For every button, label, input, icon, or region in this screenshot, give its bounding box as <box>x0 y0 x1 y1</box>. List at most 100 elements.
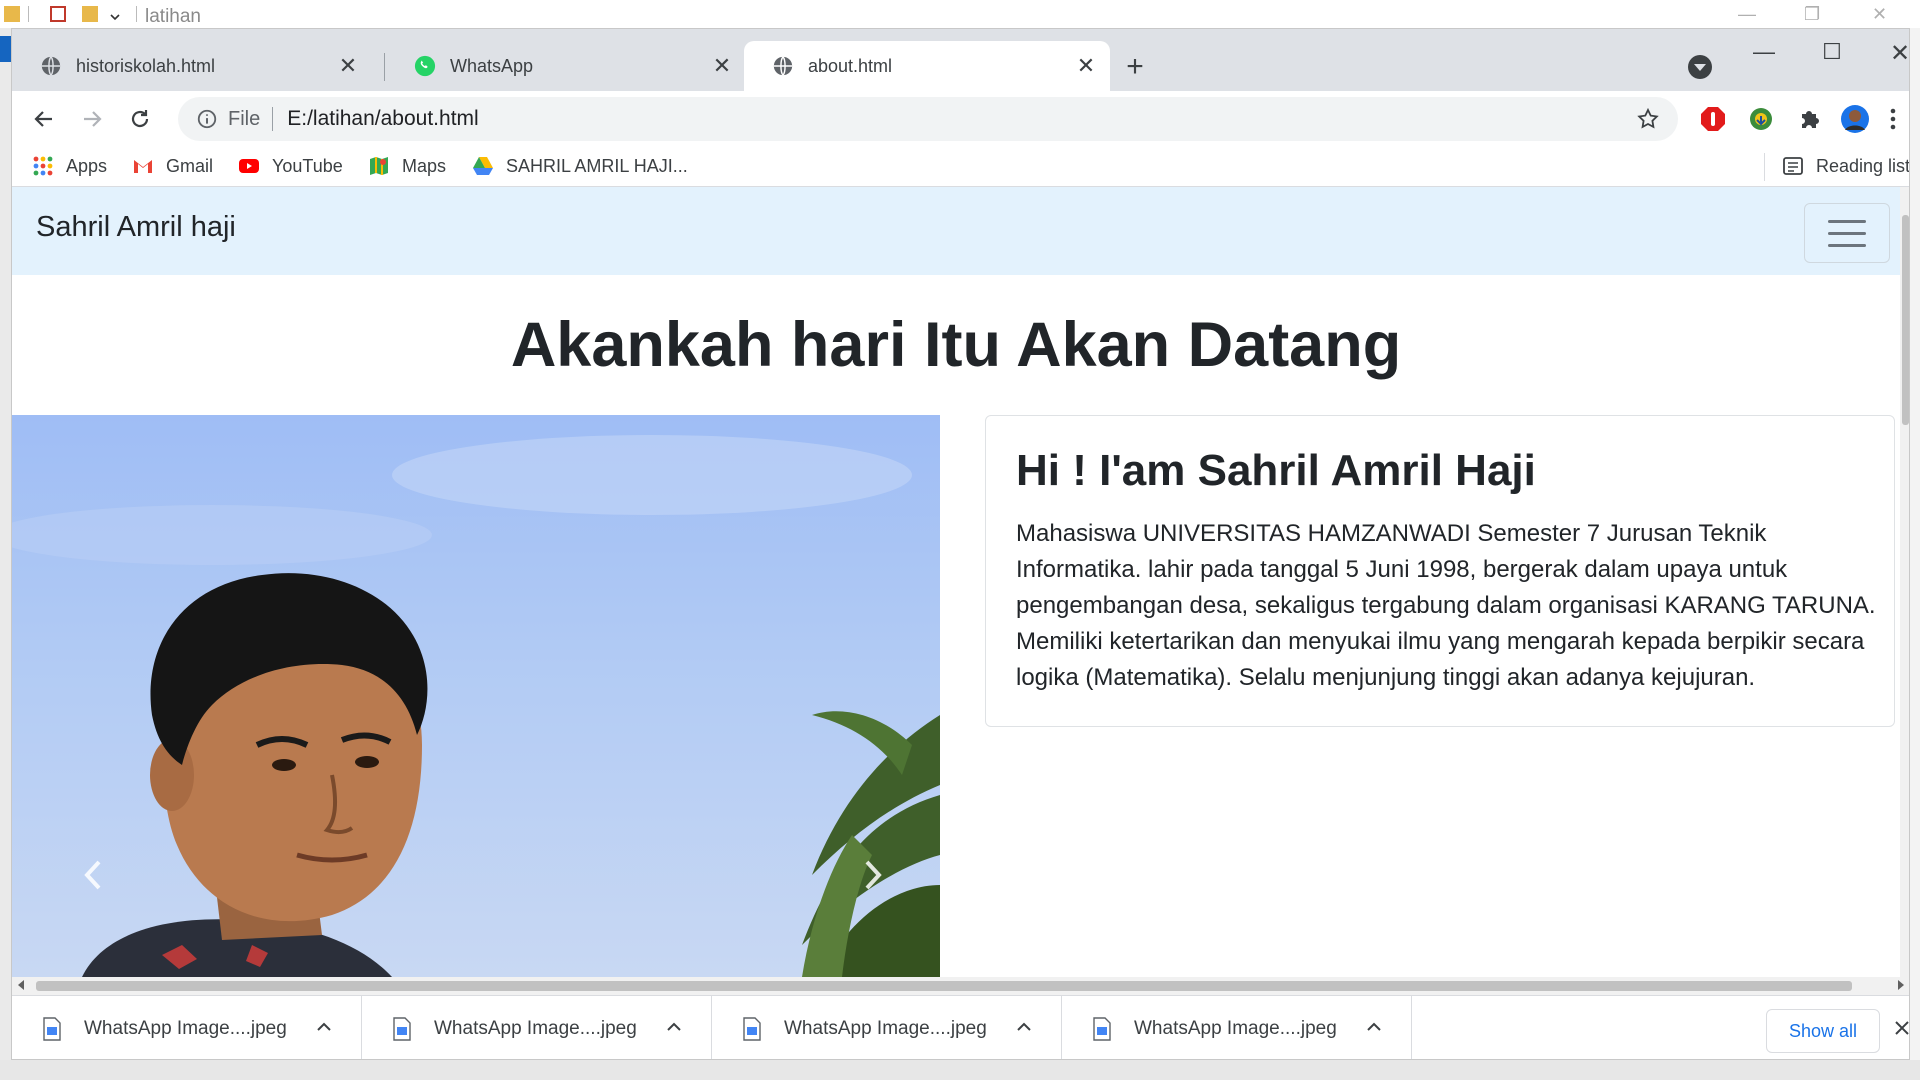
close-window-button[interactable]: ✕ <box>1880 39 1909 69</box>
page-title: Akankah hari Itu Akan Datang <box>510 310 1402 380</box>
download-item[interactable]: WhatsApp Image....jpeg <box>12 996 362 1059</box>
bookmark-gmail[interactable]: Gmail <box>132 155 213 177</box>
download-item[interactable]: WhatsApp Image....jpeg <box>362 996 712 1059</box>
divider <box>272 107 274 131</box>
navbar-brand[interactable]: Sahril Amril haji <box>36 211 236 244</box>
bookmark-star-icon[interactable] <box>1636 107 1660 131</box>
explorer-restore-button[interactable]: ❐ <box>1804 4 1820 25</box>
tab-search-icon[interactable] <box>1688 55 1712 79</box>
info-icon[interactable] <box>196 108 218 130</box>
explorer-left-edge <box>0 28 11 1060</box>
tab-close-button[interactable]: ✕ <box>336 53 360 78</box>
carousel-next-button[interactable] <box>858 855 888 895</box>
bookmark-apps[interactable]: Apps <box>32 155 107 177</box>
chevron-up-icon[interactable] <box>1363 1016 1385 1038</box>
close-shelf-icon[interactable] <box>1892 1018 1910 1038</box>
puzzle-extensions-icon[interactable] <box>1794 104 1824 134</box>
chevron-right-icon <box>865 860 882 890</box>
quick-access-dropdown-icon[interactable] <box>110 6 120 22</box>
bookmark-youtube[interactable]: YouTube <box>238 155 343 177</box>
reload-button[interactable] <box>126 105 154 133</box>
url-text[interactable]: E:/latihan/about.html <box>287 107 478 131</box>
gmail-icon <box>134 160 152 173</box>
apps-grid-icon <box>33 156 53 176</box>
horizontal-scrollbar[interactable] <box>12 977 1909 995</box>
download-item[interactable]: WhatsApp Image....jpeg <box>1062 996 1412 1059</box>
chevron-up-icon[interactable] <box>1013 1016 1035 1038</box>
tab-historiskolah[interactable]: historiskolah.html ✕ <box>12 41 372 91</box>
address-bar[interactable]: File E:/latihan/about.html <box>178 97 1678 141</box>
new-tab-button[interactable]: + <box>1120 52 1150 83</box>
reading-list-icon <box>1783 157 1803 175</box>
tab-close-button[interactable]: ✕ <box>710 53 734 78</box>
explorer-minimize-button[interactable]: — <box>1738 4 1756 25</box>
whatsapp-icon <box>414 55 436 77</box>
scroll-right-arrow-icon[interactable] <box>1898 980 1904 990</box>
adblock-extension-icon[interactable] <box>1698 104 1728 134</box>
minimize-button[interactable]: — <box>1744 39 1784 69</box>
tab-close-button[interactable]: ✕ <box>1074 53 1098 78</box>
hamburger-line <box>1828 219 1866 223</box>
carousel-prev-button[interactable] <box>78 855 108 895</box>
bookmark-label: Gmail <box>166 155 214 176</box>
divider <box>28 6 29 22</box>
tab-strip: historiskolah.html ✕ WhatsApp ✕ about.ht… <box>12 29 1909 91</box>
tab-separator <box>384 53 385 81</box>
card-title: Hi ! I'am Sahril Amril Haji <box>1016 446 1536 495</box>
profile-avatar[interactable] <box>1840 104 1870 134</box>
forward-button[interactable] <box>78 105 106 133</box>
arrow-right-icon <box>84 111 102 127</box>
properties-icon[interactable] <box>50 6 66 22</box>
browser-window: historiskolah.html ✕ WhatsApp ✕ about.ht… <box>11 28 1910 1060</box>
show-all-button[interactable]: Show all <box>1766 1009 1880 1053</box>
bookmark-label: Maps <box>402 155 447 176</box>
explorer-titlebar: latihan — ❐ ✕ <box>0 0 1920 28</box>
download-item[interactable]: WhatsApp Image....jpeg <box>712 996 1062 1059</box>
maximize-button[interactable]: ☐ <box>1812 39 1852 69</box>
navbar-toggler-button[interactable] <box>1804 203 1890 263</box>
download-filename: WhatsApp Image....jpeg <box>1134 1018 1337 1039</box>
bookmarks-bar: Apps Gmail YouTube Maps SAHRIL AMRIL HAJ… <box>12 147 1910 187</box>
youtube-icon <box>239 159 259 173</box>
browser-toolbar: File E:/latihan/about.html <box>12 91 1909 147</box>
hamburger-line <box>1828 231 1866 235</box>
image-file-icon <box>393 1017 411 1041</box>
card-text: Mahasiswa UNIVERSITAS HAMZANWADI Semeste… <box>1016 520 1876 691</box>
divider <box>1764 153 1765 181</box>
explorer-close-button[interactable]: ✕ <box>1872 4 1887 25</box>
scrollbar-thumb[interactable] <box>36 981 1852 991</box>
chevron-up-icon[interactable] <box>313 1016 335 1038</box>
vertical-scrollbar[interactable] <box>1900 187 1909 977</box>
kebab-menu-icon[interactable] <box>1886 104 1900 134</box>
taskbar <box>0 1060 1920 1080</box>
bookmark-drive[interactable]: SAHRIL AMRIL HAJI... <box>472 155 688 177</box>
reload-icon <box>131 110 149 128</box>
globe-icon <box>773 56 793 76</box>
bookmark-label: SAHRIL AMRIL HAJI... <box>506 155 688 176</box>
reading-list-label: Reading list <box>1816 155 1910 176</box>
arrow-left-icon <box>34 111 52 127</box>
desktop-right-edge <box>1910 28 1920 1060</box>
scrollbar-thumb[interactable] <box>1902 215 1909 425</box>
new-folder-icon[interactable] <box>82 6 98 22</box>
tab-label: WhatsApp <box>450 55 534 76</box>
bookmark-maps[interactable]: Maps <box>368 155 446 177</box>
explorer-accent <box>0 36 11 62</box>
download-manager-extension-icon[interactable] <box>1746 104 1776 134</box>
site-info-label[interactable]: File <box>228 108 260 131</box>
chevron-up-icon[interactable] <box>663 1016 685 1038</box>
image-file-icon <box>43 1017 61 1041</box>
reading-list-button[interactable]: Reading list <box>1764 153 1910 181</box>
maps-icon <box>370 157 388 175</box>
portrait-photo <box>12 435 940 977</box>
download-filename: WhatsApp Image....jpeg <box>434 1018 637 1039</box>
about-card: Hi ! I'am Sahril Amril Haji Mahasiswa UN… <box>985 415 1895 727</box>
explorer-title: latihan <box>145 6 201 27</box>
tab-label: historiskolah.html <box>76 55 216 76</box>
scroll-left-arrow-icon[interactable] <box>18 980 24 990</box>
tab-whatsapp[interactable]: WhatsApp ✕ <box>386 41 746 91</box>
tab-about[interactable]: about.html ✕ <box>744 41 1110 91</box>
back-button[interactable] <box>30 105 58 133</box>
globe-icon <box>41 56 61 76</box>
image-file-icon <box>743 1017 761 1041</box>
